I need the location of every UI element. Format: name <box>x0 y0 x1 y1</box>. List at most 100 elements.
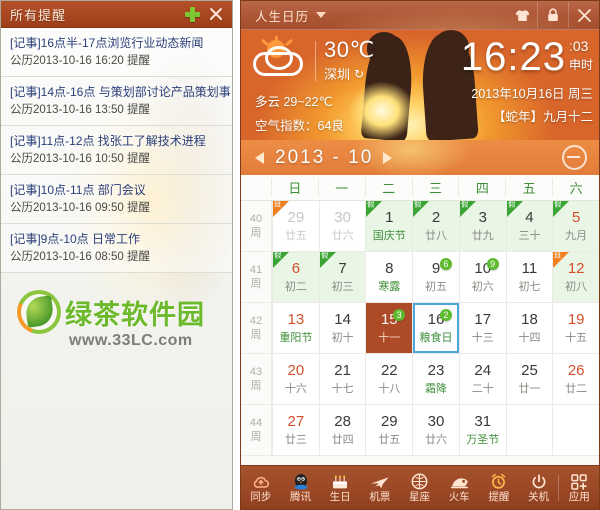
reminder-count-badge: 6 <box>439 258 452 270</box>
day-number: 24 <box>474 362 492 379</box>
corner-label: 假 <box>367 201 375 209</box>
corner-label: 班 <box>274 201 282 209</box>
chevron-left-icon[interactable] <box>255 151 264 164</box>
weather-widget[interactable]: 30℃ 深圳 ↻ 多云 29~22℃ 空气指数：64良 <box>251 35 416 134</box>
close-icon[interactable] <box>209 7 223 21</box>
day-lunar-label: 三十 <box>518 230 541 242</box>
toolbar-item-zodiac-globe[interactable]: 星座 <box>400 466 440 509</box>
day-cell[interactable]: 11 初七 <box>505 252 553 302</box>
day-cell[interactable]: 假 6 初二 <box>272 252 319 302</box>
day-cell[interactable]: 27 廿三 <box>272 405 319 455</box>
reminder-title: [记事]14点-16点 与策划部讨论产品策划事 <box>10 85 231 99</box>
day-cell[interactable]: 假 2 廿八 <box>412 201 459 251</box>
toolbar-item-power[interactable]: 关机 <box>519 466 559 509</box>
toolbar-item-cloud-sync[interactable]: 同步 <box>241 466 281 509</box>
clock-lunar-date: 【蛇年】九月十二 <box>492 110 593 124</box>
day-cell[interactable]: 29 廿五 <box>365 405 413 455</box>
toolbar-item-apps-grid[interactable]: 应用 <box>559 466 599 509</box>
chevron-right-icon[interactable] <box>383 151 393 164</box>
day-cell[interactable]: 假 4 三十 <box>505 201 553 251</box>
zodiac-globe-icon <box>411 473 428 490</box>
day-lunar-label: 廿六 <box>331 230 354 242</box>
reminders-panel: 所有提醒 [记事]16点半-17点浏览行业动态新闻 公历2013-10-16 1… <box>0 0 233 510</box>
chevron-down-icon[interactable] <box>316 12 327 18</box>
day-cell[interactable]: 30 廿六 <box>318 201 366 251</box>
day-cell[interactable]: 30 廿六 <box>412 405 459 455</box>
weekday-thu: 四 <box>458 178 505 197</box>
day-number: 29 <box>287 209 305 226</box>
day-cell[interactable]: 假 3 廿九 <box>458 201 506 251</box>
day-cell[interactable]: 8 寒露 <box>365 252 413 302</box>
day-lunar-label: 万圣节 <box>466 434 500 446</box>
week-number: 40 <box>249 213 263 225</box>
day-cell[interactable]: 19 十五 <box>552 303 599 353</box>
refresh-icon[interactable]: ↻ <box>354 67 364 81</box>
day-cell[interactable]: 6 9 初五 <box>412 252 459 302</box>
toolbar-item-birthday-cake[interactable]: 生日 <box>320 466 360 509</box>
day-lunar-label: 初三 <box>331 281 354 293</box>
weather-air-quality: 空气指数：64良 <box>255 119 344 133</box>
toolbar-item-train[interactable]: 火车 <box>439 466 479 509</box>
weather-temperature: 30℃ <box>324 37 375 62</box>
birthday-cake-icon <box>331 473 349 490</box>
day-number: 14 <box>334 311 351 328</box>
clock-seconds: :03 <box>568 38 589 54</box>
day-cell[interactable]: 26 廿二 <box>552 354 599 404</box>
day-lunar-label: 九月 <box>565 230 588 242</box>
day-lunar-label: 初二 <box>284 281 307 293</box>
lock-icon[interactable] <box>537 2 568 28</box>
day-cell[interactable]: 24 二十 <box>458 354 506 404</box>
day-cell[interactable]: 14 初十 <box>318 303 366 353</box>
list-item[interactable]: [记事]16点半-17点浏览行业动态新闻 公历2013-10-16 16:20 … <box>1 28 232 77</box>
month-navigation-bar: 2013 - 10 <box>241 140 599 175</box>
list-item[interactable]: [记事]11点-12点 找张工了解技术进程 公历2013-10-16 10:50… <box>1 126 232 175</box>
day-cell[interactable]: 25 廿一 <box>505 354 553 404</box>
reminder-subtitle: 公历2013-10-16 09:50 提醒 <box>10 202 150 214</box>
day-number: 4 <box>525 209 534 226</box>
list-item[interactable]: [记事]14点-16点 与策划部讨论产品策划事 公历2013-10-16 13:… <box>1 77 232 126</box>
toolbar-item-label: 机票 <box>369 490 391 503</box>
day-lunar-label: 廿六 <box>425 434 448 446</box>
reminder-subtitle: 公历2013-10-16 16:20 提醒 <box>10 55 150 67</box>
toolbar-item-qq-penguin[interactable]: 腾讯 <box>281 466 321 509</box>
toolbar-item-alarm-clock[interactable]: 提醒 <box>479 466 519 509</box>
day-cell[interactable]: 18 十四 <box>505 303 553 353</box>
day-number: 17 <box>474 311 492 328</box>
reminders-titlebar-actions <box>185 6 223 22</box>
list-item[interactable]: [记事]9点-10点 日常工作 公历2013-10-16 08:50 提醒 <box>1 224 232 273</box>
day-cell[interactable]: 2 16 粮食日 <box>412 303 459 353</box>
day-cell[interactable]: 3 15 十一 <box>365 303 413 353</box>
day-cell[interactable]: 假 7 初三 <box>318 252 366 302</box>
day-cell[interactable]: 20 十六 <box>272 354 319 404</box>
back-to-today-icon[interactable] <box>562 145 587 170</box>
week-row: 43 周 20 十六 21 十七 22 十八 23 霜降 24 二十 25 廿一 26 廿二 <box>241 354 599 405</box>
day-cell[interactable]: 13 重阳节 <box>272 303 319 353</box>
skin-icon[interactable] <box>507 2 537 28</box>
clock-side: :03 申时 <box>569 36 593 73</box>
corner-label: 假 <box>554 201 562 209</box>
day-cell[interactable]: 28 廿四 <box>318 405 366 455</box>
reminder-title: [记事]9点-10点 日常工作 <box>10 232 141 246</box>
list-item[interactable]: [记事]10点-11点 部门会议 公历2013-10-16 09:50 提醒 <box>1 175 232 224</box>
day-cell[interactable]: 21 十七 <box>318 354 366 404</box>
clock-seconds-value: 03 <box>572 38 589 54</box>
month-grid: 40 周班 29 廿五 30 廿六假 1 国庆节假 2 廿八假 3 廿九假 4 三十假 5 九月 41 周假 6 初二… <box>241 201 599 456</box>
day-cell[interactable]: 22 十八 <box>365 354 413 404</box>
reminder-subtitle: 公历2013-10-16 08:50 提醒 <box>10 251 150 263</box>
day-cell[interactable]: 假 1 国庆节 <box>365 201 413 251</box>
day-cell[interactable]: 9 10 初六 <box>458 252 506 302</box>
day-cell[interactable]: 班 12 初八 <box>552 252 599 302</box>
day-cell[interactable]: 31 万圣节 <box>458 405 506 455</box>
week-suffix: 周 <box>250 431 262 443</box>
week-row: 44 周 27 廿三 28 廿四 29 廿五 30 廿六 31 万圣节 <box>241 405 599 456</box>
weather-top: 30℃ 深圳 ↻ <box>251 35 416 83</box>
close-icon[interactable] <box>568 2 599 28</box>
day-cell[interactable]: 17 十三 <box>458 303 506 353</box>
day-cell[interactable]: 假 5 九月 <box>552 201 599 251</box>
toolbar-item-airplane[interactable]: 机票 <box>360 466 400 509</box>
day-number: 7 <box>338 260 347 277</box>
plus-icon[interactable] <box>185 6 200 22</box>
day-cell[interactable]: 班 29 廿五 <box>272 201 319 251</box>
day-cell[interactable]: 23 霜降 <box>412 354 459 404</box>
qq-penguin-icon <box>293 473 309 490</box>
